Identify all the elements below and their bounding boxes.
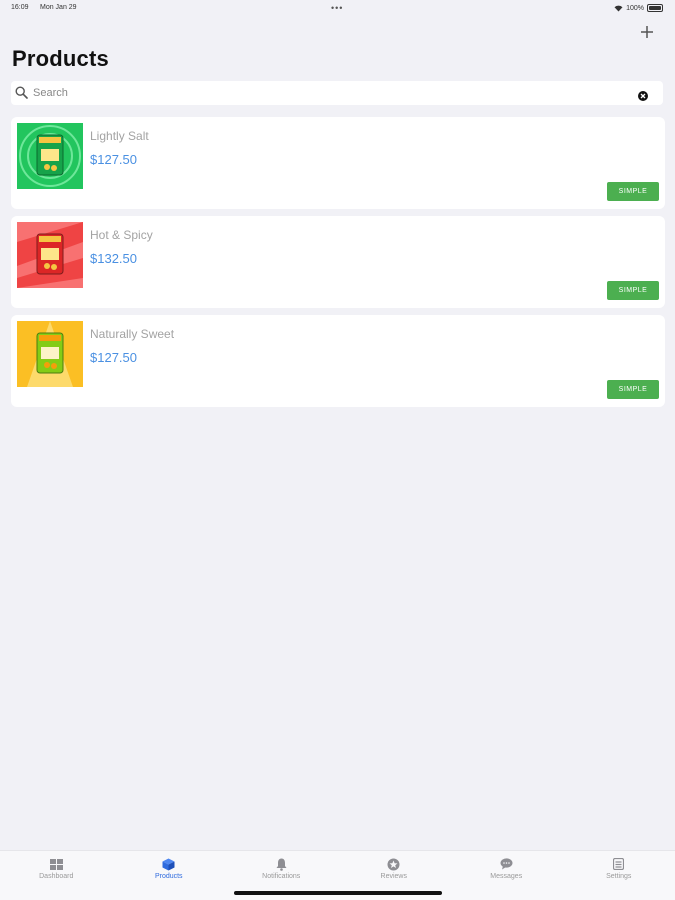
product-type-badge: SIMPLE bbox=[607, 380, 659, 399]
product-image bbox=[17, 222, 83, 288]
add-product-button[interactable] bbox=[637, 22, 657, 42]
search-input[interactable] bbox=[33, 84, 623, 102]
star-icon bbox=[387, 857, 400, 871]
search-bar[interactable] bbox=[11, 81, 663, 105]
product-image bbox=[17, 321, 83, 387]
grid-icon bbox=[49, 857, 63, 871]
cube-icon bbox=[162, 857, 175, 871]
product-price: $132.50 bbox=[90, 251, 137, 266]
bell-icon bbox=[276, 857, 287, 871]
product-card[interactable]: Naturally Sweet $127.50 SIMPLE bbox=[11, 315, 665, 407]
product-image bbox=[17, 123, 83, 189]
tab-label: Notifications bbox=[262, 873, 301, 880]
battery-icon bbox=[647, 4, 663, 12]
product-name: Hot & Spicy bbox=[90, 228, 153, 242]
status-bar: 16:09 Mon Jan 29 ••• 100% bbox=[0, 0, 675, 18]
settings-list-icon bbox=[613, 857, 625, 871]
status-right: 100% bbox=[614, 4, 663, 12]
product-card[interactable]: Hot & Spicy $132.50 SIMPLE bbox=[11, 216, 665, 308]
product-price: $127.50 bbox=[90, 152, 137, 167]
tab-label: Messages bbox=[490, 873, 523, 880]
products-screen: 16:09 Mon Jan 29 ••• 100% Products Searc… bbox=[0, 0, 675, 900]
chat-bubble-icon bbox=[500, 857, 513, 871]
clear-search-icon[interactable] bbox=[638, 88, 648, 106]
tab-label: Products bbox=[154, 873, 183, 880]
wifi-icon bbox=[614, 5, 623, 12]
plus-icon bbox=[641, 26, 653, 38]
product-price: $127.50 bbox=[90, 350, 137, 365]
tab-label: Settings bbox=[606, 873, 632, 880]
product-card[interactable]: Lightly Salt $127.50 SIMPLE bbox=[11, 117, 665, 209]
home-indicator[interactable] bbox=[234, 891, 442, 895]
tab-label: Dashboard bbox=[39, 873, 74, 880]
search-icon bbox=[15, 86, 28, 104]
tab-dashboard[interactable]: Dashboard bbox=[0, 851, 113, 900]
status-date: Mon Jan 29 bbox=[40, 4, 77, 11]
tab-messages[interactable]: Messages bbox=[450, 851, 563, 900]
product-name: Lightly Salt bbox=[90, 129, 149, 143]
product-list: Lightly Salt $127.50 SIMPLE Hot & Spicy … bbox=[11, 117, 665, 414]
page-title: Products bbox=[12, 46, 109, 71]
tab-products[interactable]: Products bbox=[113, 851, 226, 900]
product-type-badge: SIMPLE bbox=[607, 281, 659, 300]
multitasking-dots[interactable]: ••• bbox=[331, 3, 343, 13]
status-time: 16:09 bbox=[11, 4, 29, 11]
battery-percent: 100% bbox=[626, 4, 644, 12]
product-type-badge: SIMPLE bbox=[607, 182, 659, 201]
product-name: Naturally Sweet bbox=[90, 327, 175, 341]
tab-settings[interactable]: Settings bbox=[563, 851, 675, 900]
tab-label: Reviews bbox=[380, 873, 407, 880]
